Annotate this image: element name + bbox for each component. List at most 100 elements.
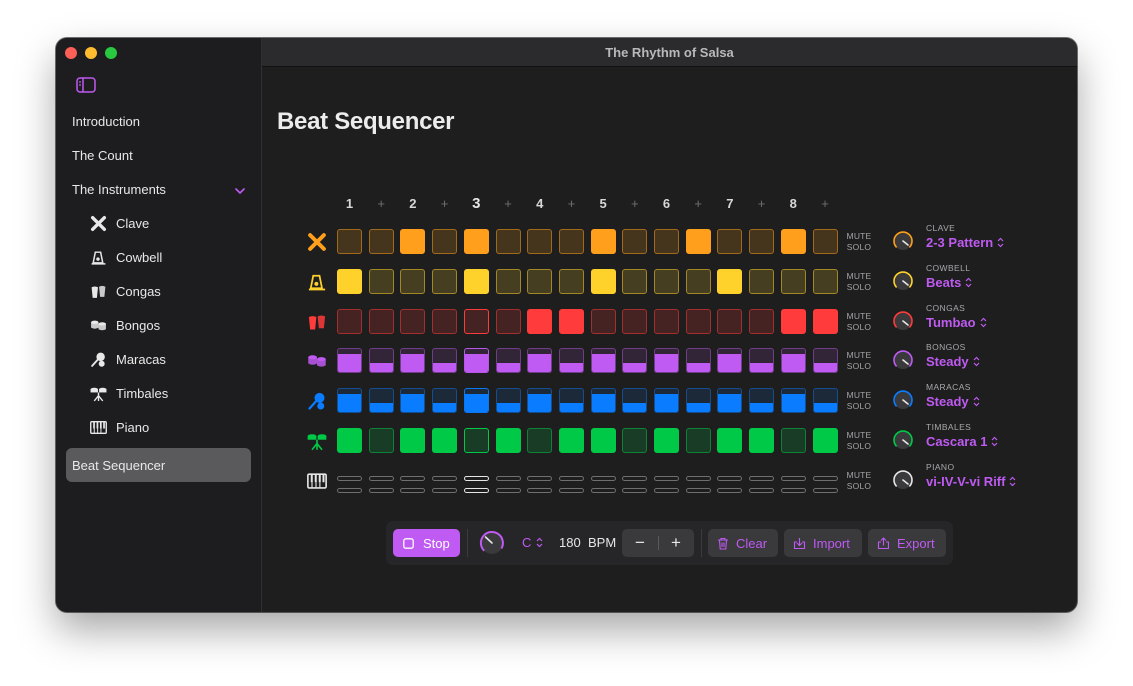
mute-button[interactable]: MUTE <box>842 231 876 242</box>
piano-step-cell[interactable] <box>558 487 584 493</box>
piano-step-cell[interactable] <box>780 475 806 481</box>
piano-step-cell[interactable] <box>654 487 679 493</box>
step-cell[interactable] <box>622 428 648 453</box>
mute-button[interactable]: MUTE <box>842 430 876 441</box>
piano-step-cell[interactable] <box>812 475 838 481</box>
step-cell[interactable] <box>337 229 362 254</box>
solo-button[interactable]: SOLO <box>842 361 876 372</box>
step-cell[interactable] <box>780 229 806 254</box>
piano-step-cell[interactable] <box>622 487 648 493</box>
export-button[interactable]: Export <box>868 529 946 557</box>
step-cell[interactable] <box>622 268 648 294</box>
piano-step-cell[interactable] <box>400 475 426 481</box>
step-cell[interactable] <box>749 268 775 294</box>
pattern-selector[interactable]: 2-3 Pattern <box>926 235 1004 250</box>
step-cell[interactable] <box>590 308 616 334</box>
step-cell[interactable] <box>527 308 553 334</box>
pattern-selector[interactable]: Steady <box>926 394 980 409</box>
piano-step-cell[interactable] <box>400 487 426 493</box>
step-cell[interactable] <box>717 388 743 414</box>
step-cell[interactable] <box>432 428 458 453</box>
step-cell[interactable] <box>337 308 362 334</box>
step-cell[interactable] <box>337 268 362 294</box>
step-cell[interactable] <box>368 268 394 294</box>
step-cell[interactable] <box>400 229 426 254</box>
step-cell[interactable] <box>780 428 806 453</box>
step-cell[interactable] <box>527 268 553 294</box>
step-cell[interactable] <box>654 229 679 254</box>
step-cell[interactable] <box>558 268 584 294</box>
step-cell[interactable] <box>400 308 426 334</box>
step-cell[interactable] <box>495 348 521 374</box>
step-cell[interactable] <box>812 268 838 294</box>
sidebar-item-bongos[interactable]: Bongos <box>56 308 261 342</box>
clear-button[interactable]: Clear <box>708 529 778 557</box>
mute-button[interactable]: MUTE <box>842 350 876 361</box>
piano-step-cell[interactable] <box>432 487 458 493</box>
piano-step-cell[interactable] <box>590 487 616 493</box>
piano-step-cell[interactable] <box>590 475 616 481</box>
step-cell[interactable] <box>337 428 362 453</box>
step-cell[interactable] <box>590 229 616 254</box>
volume-knob[interactable] <box>892 270 914 292</box>
step-cell[interactable] <box>590 268 616 294</box>
step-cell[interactable] <box>780 348 806 374</box>
step-cell[interactable] <box>495 308 521 334</box>
mute-button[interactable]: MUTE <box>842 271 876 282</box>
volume-knob[interactable] <box>892 310 914 332</box>
sidebar-item-maracas[interactable]: Maracas <box>56 342 261 376</box>
piano-step-cell[interactable] <box>654 475 679 481</box>
sidebar-item-congas[interactable]: Congas <box>56 274 261 308</box>
sidebar-item-clave[interactable]: Clave <box>56 206 261 240</box>
pattern-selector[interactable]: Beats <box>926 275 972 290</box>
sidebar-item-piano[interactable]: Piano <box>56 410 261 444</box>
step-cell[interactable] <box>654 308 679 334</box>
step-cell[interactable] <box>749 348 775 374</box>
step-cell[interactable] <box>368 388 394 414</box>
step-cell[interactable] <box>495 388 521 414</box>
import-button[interactable]: Import <box>784 529 862 557</box>
step-cell[interactable] <box>685 229 711 254</box>
mute-button[interactable]: MUTE <box>842 470 876 481</box>
step-cell[interactable] <box>749 308 775 334</box>
step-cell[interactable] <box>780 308 806 334</box>
step-cell[interactable] <box>654 388 679 414</box>
step-cell[interactable] <box>527 348 553 374</box>
step-cell[interactable] <box>527 229 553 254</box>
step-cell[interactable] <box>558 428 584 453</box>
step-cell[interactable] <box>749 428 775 453</box>
step-cell[interactable] <box>654 348 679 374</box>
step-cell[interactable] <box>685 388 711 414</box>
pattern-selector[interactable]: Steady <box>926 354 980 369</box>
solo-button[interactable]: SOLO <box>842 481 876 492</box>
piano-step-cell[interactable] <box>463 487 489 493</box>
close-window-button[interactable] <box>65 47 77 59</box>
bpm-decrement-button[interactable]: − <box>622 529 658 557</box>
minimize-window-button[interactable] <box>85 47 97 59</box>
step-cell[interactable] <box>337 388 362 414</box>
step-cell[interactable] <box>463 388 489 414</box>
step-cell[interactable] <box>432 229 458 254</box>
step-cell[interactable] <box>400 348 426 374</box>
step-cell[interactable] <box>685 348 711 374</box>
piano-step-cell[interactable] <box>685 475 711 481</box>
step-cell[interactable] <box>527 428 553 453</box>
step-cell[interactable] <box>432 388 458 414</box>
step-cell[interactable] <box>590 348 616 374</box>
volume-knob[interactable] <box>892 230 914 252</box>
step-cell[interactable] <box>495 428 521 453</box>
step-cell[interactable] <box>495 268 521 294</box>
step-cell[interactable] <box>685 268 711 294</box>
step-cell[interactable] <box>463 268 489 294</box>
step-cell[interactable] <box>527 388 553 414</box>
step-cell[interactable] <box>368 308 394 334</box>
step-cell[interactable] <box>590 388 616 414</box>
solo-button[interactable]: SOLO <box>842 401 876 412</box>
piano-step-cell[interactable] <box>337 475 362 481</box>
piano-step-cell[interactable] <box>495 487 521 493</box>
volume-knob[interactable] <box>892 389 914 411</box>
step-cell[interactable] <box>622 348 648 374</box>
piano-step-cell[interactable] <box>717 475 743 481</box>
sidebar-item-cowbell[interactable]: Cowbell <box>56 240 261 274</box>
piano-step-cell[interactable] <box>368 487 394 493</box>
